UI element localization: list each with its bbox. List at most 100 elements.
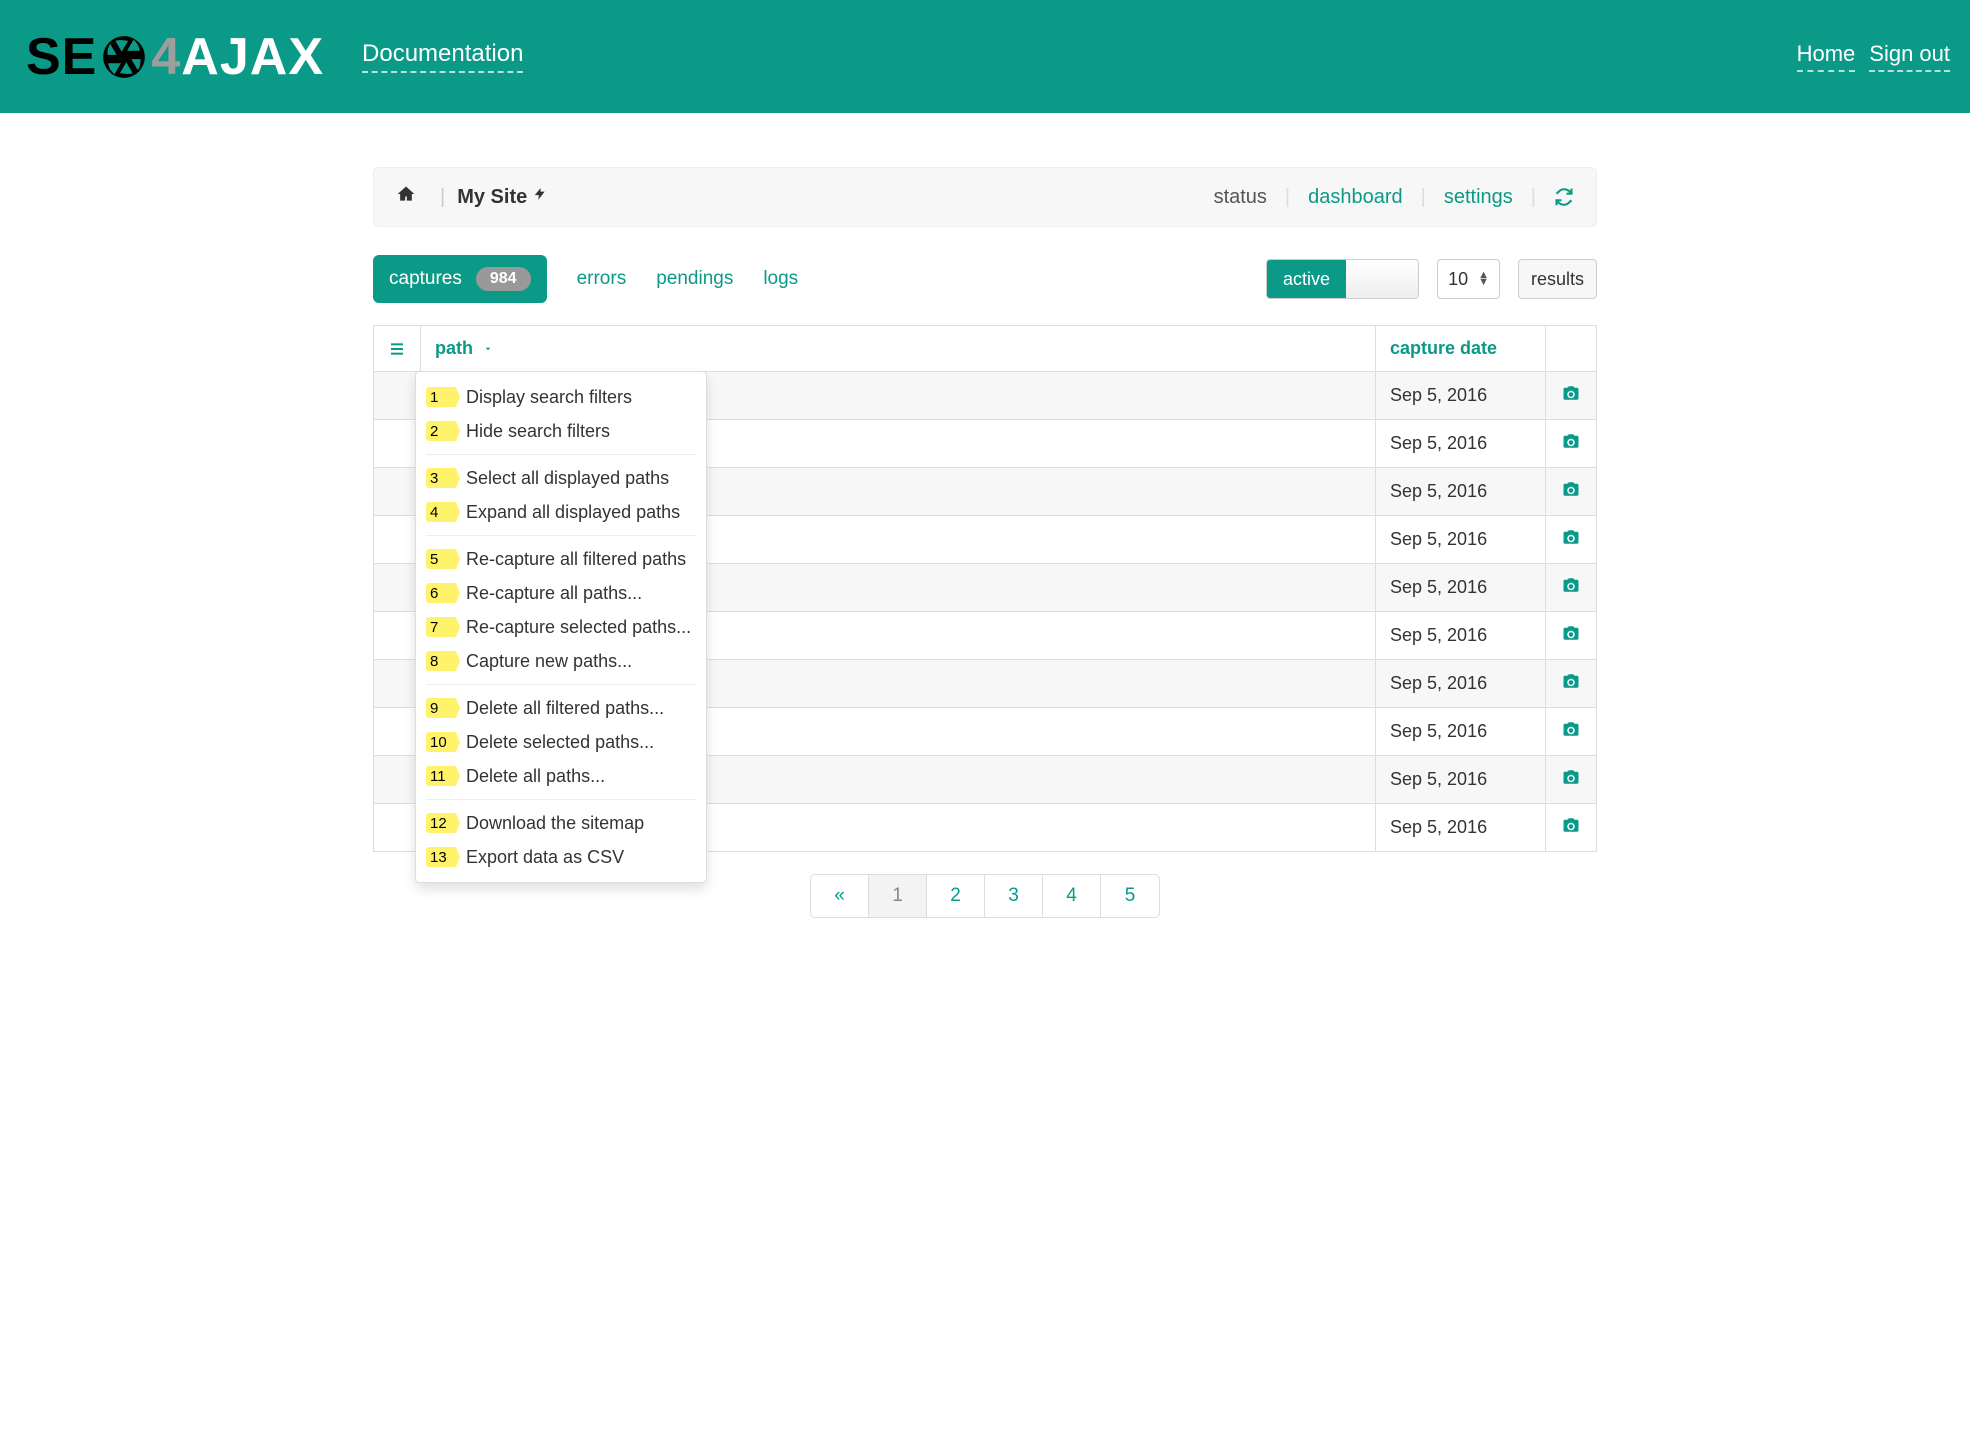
- row-checkbox-cell[interactable]: [374, 612, 421, 660]
- pagination-page[interactable]: 2: [927, 875, 985, 917]
- dropdown-item-number: 6: [430, 582, 458, 604]
- dropdown-item-label: Re-capture all paths...: [466, 583, 642, 604]
- select-arrows-icon: ▲▼: [1478, 272, 1489, 286]
- logo-se: SE: [26, 27, 97, 87]
- row-action-cell: [1546, 612, 1597, 660]
- dropdown-item-number: 10: [430, 731, 458, 753]
- camera-icon[interactable]: [1560, 624, 1582, 642]
- row-action-cell: [1546, 420, 1597, 468]
- toggle-off-track: [1346, 260, 1418, 298]
- row-date-cell: Sep 5, 2016: [1376, 756, 1546, 804]
- dropdown-item[interactable]: 12 Download the sitemap: [416, 806, 706, 840]
- dropdown-item[interactable]: 9Delete all filtered paths...: [416, 691, 706, 725]
- dropdown-item[interactable]: 6 Re-capture all paths...: [416, 576, 706, 610]
- row-date-cell: Sep 5, 2016: [1376, 612, 1546, 660]
- hamburger-icon: [388, 341, 406, 357]
- home-link[interactable]: Home: [1797, 41, 1856, 72]
- camera-icon[interactable]: [1560, 576, 1582, 594]
- row-checkbox-cell[interactable]: [374, 420, 421, 468]
- row-action-cell: [1546, 660, 1597, 708]
- row-checkbox-cell[interactable]: [374, 516, 421, 564]
- tab-pendings[interactable]: pendings: [656, 268, 733, 290]
- logo[interactable]: SE 4 AJAX: [26, 27, 324, 87]
- tab-logs[interactable]: logs: [763, 268, 798, 290]
- header-right: Home Sign out: [1797, 41, 1950, 72]
- tab-captures-label: captures: [389, 268, 462, 290]
- dropdown-item-label: Re-capture selected paths...: [466, 617, 691, 638]
- captures-count-badge: 984: [476, 267, 531, 291]
- dropdown-item[interactable]: 7Re-capture selected paths...: [416, 610, 706, 644]
- home-icon[interactable]: [396, 184, 416, 210]
- camera-icon[interactable]: [1560, 768, 1582, 786]
- dropdown-item-label: Hide search filters: [466, 421, 610, 442]
- pagination-prev[interactable]: «: [811, 875, 869, 917]
- table-wrap: path capture date Sep 5, 2016 Sep 5, 2016…: [373, 325, 1597, 852]
- documentation-link[interactable]: Documentation: [362, 40, 523, 73]
- dropdown-item[interactable]: 8Capture new paths...: [416, 644, 706, 678]
- row-action-cell: [1546, 756, 1597, 804]
- dropdown-item[interactable]: 4Expand all displayed paths: [416, 495, 706, 529]
- camera-icon[interactable]: [1560, 432, 1582, 450]
- camera-icon[interactable]: [1560, 672, 1582, 690]
- pagination-page[interactable]: 5: [1101, 875, 1159, 917]
- path-header-label: path: [435, 338, 473, 358]
- dropdown-item-label: Delete all paths...: [466, 766, 605, 787]
- active-toggle[interactable]: active: [1266, 259, 1419, 299]
- table-menu-header[interactable]: [374, 326, 421, 372]
- dropdown-item[interactable]: 1Display search filters: [416, 380, 706, 414]
- breadcrumb-bar: | My Site status | dashboard | settings …: [373, 167, 1597, 227]
- results-button[interactable]: results: [1518, 259, 1597, 299]
- dropdown-item-label: Download the sitemap: [466, 813, 644, 834]
- pagination-page: 1: [869, 875, 927, 917]
- bolt-icon: [533, 185, 547, 209]
- site-name: My Site: [457, 186, 527, 209]
- results-count-select[interactable]: 10 ▲▼: [1437, 259, 1500, 299]
- tab-status[interactable]: status: [1214, 186, 1267, 209]
- tab-errors[interactable]: errors: [577, 268, 627, 290]
- camera-icon[interactable]: [1560, 480, 1582, 498]
- row-checkbox-cell[interactable]: [374, 804, 421, 852]
- row-checkbox-cell[interactable]: [374, 468, 421, 516]
- dropdown-item[interactable]: 3Select all displayed paths: [416, 461, 706, 495]
- dropdown-item[interactable]: 10Delete selected paths...: [416, 725, 706, 759]
- capture-date-column-header[interactable]: capture date: [1376, 326, 1546, 372]
- dropdown-item-label: Export data as CSV: [466, 847, 624, 868]
- dropdown-item-number: 11: [430, 765, 458, 787]
- tab-dashboard[interactable]: dashboard: [1308, 186, 1403, 209]
- pagination-page[interactable]: 4: [1043, 875, 1101, 917]
- camera-icon[interactable]: [1560, 528, 1582, 546]
- row-checkbox-cell[interactable]: [374, 660, 421, 708]
- camera-icon[interactable]: [1560, 720, 1582, 738]
- camera-icon[interactable]: [1560, 816, 1582, 834]
- row-checkbox-cell[interactable]: [374, 756, 421, 804]
- dropdown-item-number: 5: [430, 548, 458, 570]
- dropdown-separator: [426, 684, 696, 685]
- dropdown-item[interactable]: 5Re-capture all filtered paths: [416, 542, 706, 576]
- tab-captures[interactable]: captures 984: [373, 255, 547, 303]
- dropdown-item-label: Select all displayed paths: [466, 468, 669, 489]
- pagination-page[interactable]: 3: [985, 875, 1043, 917]
- aperture-icon: [99, 32, 149, 82]
- signout-link[interactable]: Sign out: [1869, 41, 1950, 72]
- tab-settings[interactable]: settings: [1444, 186, 1513, 209]
- toggle-on-label: active: [1267, 260, 1346, 298]
- camera-icon[interactable]: [1560, 384, 1582, 402]
- subtabs: status | dashboard | settings |: [1214, 186, 1574, 209]
- dropdown-item-number: 12: [430, 812, 458, 834]
- row-checkbox-cell[interactable]: [374, 372, 421, 420]
- row-date-cell: Sep 5, 2016: [1376, 420, 1546, 468]
- row-checkbox-cell[interactable]: [374, 708, 421, 756]
- dropdown-separator: [426, 799, 696, 800]
- dropdown-separator: [426, 535, 696, 536]
- results-count-value: 10: [1448, 269, 1468, 290]
- row-checkbox-cell[interactable]: [374, 564, 421, 612]
- dropdown-item[interactable]: 13Export data as CSV: [416, 840, 706, 874]
- refresh-icon[interactable]: [1554, 187, 1574, 207]
- dropdown-item-label: Capture new paths...: [466, 651, 632, 672]
- dropdown-item[interactable]: 2Hide search filters: [416, 414, 706, 448]
- logo-four: 4: [151, 27, 181, 87]
- dropdown-item[interactable]: 11 Delete all paths...: [416, 759, 706, 793]
- row-action-cell: [1546, 708, 1597, 756]
- path-column-header[interactable]: path: [421, 326, 1376, 372]
- row-action-cell: [1546, 804, 1597, 852]
